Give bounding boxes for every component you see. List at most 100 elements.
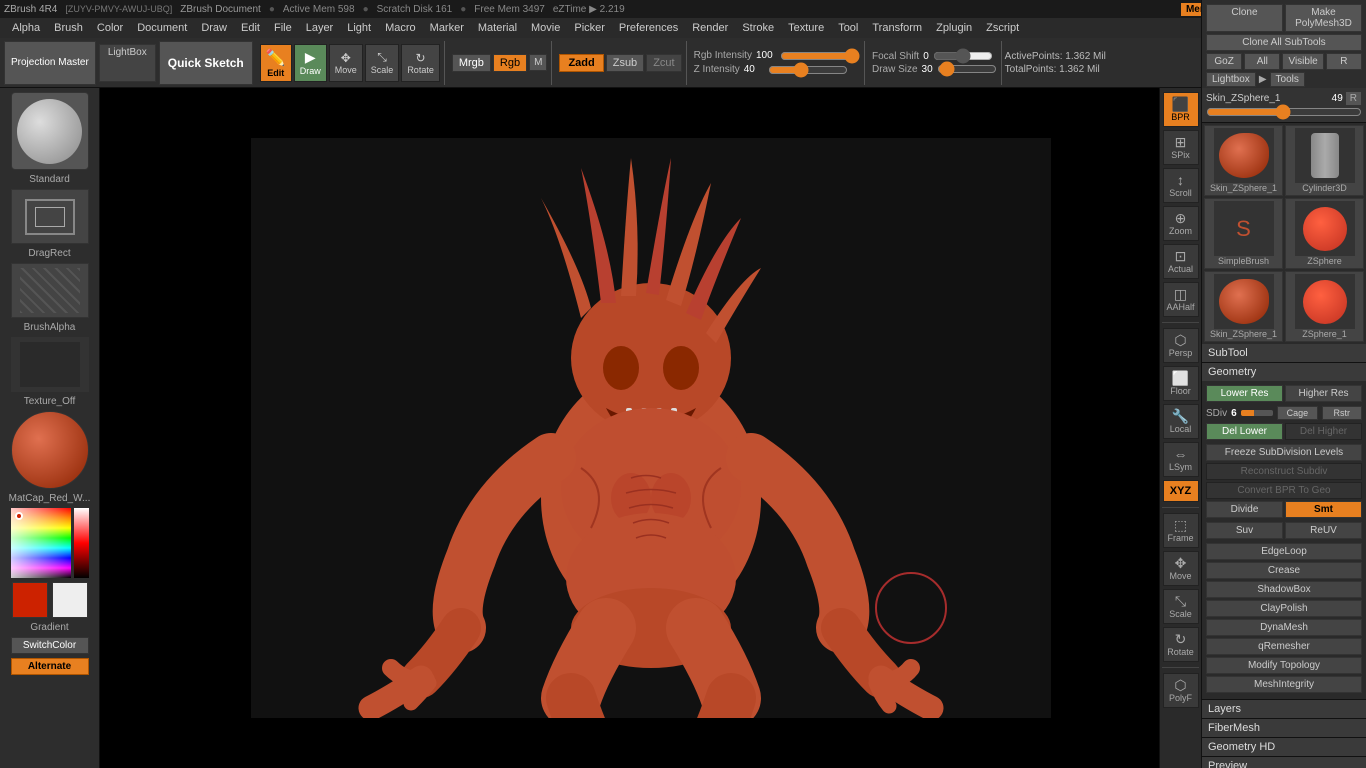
foreground-swatch[interactable] bbox=[12, 582, 48, 618]
menu-document[interactable]: Document bbox=[131, 20, 193, 36]
thumb-zsphere1[interactable]: ZSphere_1 bbox=[1285, 271, 1364, 342]
menu-preferences[interactable]: Preferences bbox=[613, 20, 684, 36]
move-tool-button[interactable]: ✥ Move bbox=[1163, 551, 1199, 586]
menu-light[interactable]: Light bbox=[341, 20, 377, 36]
menu-tool[interactable]: Tool bbox=[832, 20, 864, 36]
xyz-button[interactable]: XYZ bbox=[1163, 480, 1199, 502]
thumb-cylinder3d[interactable]: Cylinder3D bbox=[1285, 125, 1364, 196]
alternate-button[interactable]: Alternate bbox=[11, 658, 89, 675]
rotate-button[interactable]: ↻ Rotate bbox=[401, 44, 440, 82]
rgb-intensity-slider[interactable] bbox=[780, 52, 860, 60]
qremesher-button[interactable]: qRemesher bbox=[1206, 638, 1362, 655]
lightbox-panel-button[interactable]: Lightbox bbox=[1206, 72, 1256, 87]
cage-button[interactable]: Cage bbox=[1277, 406, 1317, 420]
actual-button[interactable]: ⊡ Actual bbox=[1163, 244, 1199, 279]
brush-thumbnail[interactable] bbox=[11, 92, 89, 170]
aahalf-button[interactable]: ◫ AAHalf bbox=[1163, 282, 1199, 317]
menu-color[interactable]: Color bbox=[91, 20, 129, 36]
zadd-button[interactable]: Zadd bbox=[559, 54, 603, 72]
rotate-tool-button[interactable]: ↻ Rotate bbox=[1163, 627, 1199, 662]
menu-transform[interactable]: Transform bbox=[866, 20, 928, 36]
goz-button[interactable]: GoZ bbox=[1206, 53, 1242, 70]
move-button[interactable]: ✥ Move bbox=[329, 44, 363, 82]
canvas-area[interactable] bbox=[100, 88, 1201, 768]
divide-button[interactable]: Divide bbox=[1206, 501, 1283, 518]
menu-movie[interactable]: Movie bbox=[525, 20, 566, 36]
texture-thumbnail[interactable] bbox=[11, 337, 89, 392]
scroll-button[interactable]: ↕ Scroll bbox=[1163, 168, 1199, 203]
menu-stroke[interactable]: Stroke bbox=[736, 20, 780, 36]
lsym-button[interactable]: ⇔ LSym bbox=[1163, 442, 1199, 477]
reconstruct-subdiv-button[interactable]: Reconstruct Subdiv bbox=[1206, 463, 1362, 480]
menu-layer[interactable]: Layer bbox=[300, 20, 340, 36]
menu-render[interactable]: Render bbox=[686, 20, 734, 36]
m-button[interactable]: M bbox=[529, 54, 547, 71]
menu-file[interactable]: File bbox=[268, 20, 298, 36]
spix-button[interactable]: ⊞ SPix bbox=[1163, 130, 1199, 165]
meshintegrity-button[interactable]: MeshIntegrity bbox=[1206, 676, 1362, 693]
layers-header[interactable]: Layers bbox=[1202, 700, 1366, 718]
draw-size-slider[interactable] bbox=[937, 65, 997, 73]
dragrect-thumbnail[interactable] bbox=[11, 189, 89, 244]
menu-zplugin[interactable]: Zplugin bbox=[930, 20, 978, 36]
menu-picker[interactable]: Picker bbox=[568, 20, 611, 36]
edgeloop-button[interactable]: EdgeLoop bbox=[1206, 543, 1362, 560]
persp-button[interactable]: ⬡ Persp bbox=[1163, 328, 1199, 363]
thumb-skin-zsphere1b[interactable]: Skin_ZSphere_1 bbox=[1204, 271, 1283, 342]
convert-bpr-button[interactable]: Convert BPR To Geo bbox=[1206, 482, 1362, 499]
crease-button[interactable]: Crease bbox=[1206, 562, 1362, 579]
del-lower-button[interactable]: Del Lower bbox=[1206, 423, 1283, 440]
edit-button[interactable]: ✏️ Edit bbox=[260, 44, 292, 82]
menu-zscript[interactable]: Zscript bbox=[980, 20, 1025, 36]
quick-sketch-button[interactable]: Quick Sketch bbox=[159, 41, 253, 85]
sdiv-slider[interactable] bbox=[1241, 410, 1273, 416]
menu-draw[interactable]: Draw bbox=[195, 20, 233, 36]
brush-alpha-thumbnail[interactable] bbox=[11, 263, 89, 318]
shadowbox-button[interactable]: ShadowBox bbox=[1206, 581, 1362, 598]
matcap-thumbnail[interactable] bbox=[11, 411, 89, 489]
floor-button[interactable]: ⬜ Floor bbox=[1163, 366, 1199, 401]
reuv-button[interactable]: ReUV bbox=[1285, 522, 1362, 539]
menu-macro[interactable]: Macro bbox=[379, 20, 422, 36]
scale-tool-button[interactable]: ⤡ Scale bbox=[1163, 589, 1199, 624]
subtool-header[interactable]: SubTool bbox=[1202, 344, 1366, 362]
thumb-skin-zsphere1[interactable]: Skin_ZSphere_1 bbox=[1204, 125, 1283, 196]
suv-button[interactable]: Suv bbox=[1206, 522, 1283, 539]
thumb-simplebrush[interactable]: S SimpleBrush bbox=[1204, 198, 1283, 269]
rgb-button[interactable]: Rgb bbox=[493, 54, 527, 72]
menu-texture[interactable]: Texture bbox=[782, 20, 830, 36]
menu-marker[interactable]: Marker bbox=[424, 20, 470, 36]
mrgb-button[interactable]: Mrgb bbox=[452, 54, 491, 72]
tools-panel-button[interactable]: Tools bbox=[1270, 72, 1305, 87]
dynamesh-button[interactable]: DynaMesh bbox=[1206, 619, 1362, 636]
scale-button[interactable]: ⤡ Scale bbox=[365, 44, 400, 82]
geometry-header[interactable]: Geometry bbox=[1202, 363, 1366, 381]
smt-button[interactable]: Smt bbox=[1285, 501, 1362, 518]
local-button[interactable]: 🔧 Local bbox=[1163, 404, 1199, 439]
freeze-subdiv-button[interactable]: Freeze SubDivision Levels bbox=[1206, 444, 1362, 461]
z-intensity-slider[interactable] bbox=[768, 66, 848, 74]
preview-header[interactable]: Preview bbox=[1202, 757, 1366, 768]
claypolish-button[interactable]: ClayPolish bbox=[1206, 600, 1362, 617]
lightbox-button[interactable]: LightBox bbox=[99, 44, 156, 82]
menu-edit[interactable]: Edit bbox=[235, 20, 266, 36]
modify-topology-button[interactable]: Modify Topology bbox=[1206, 657, 1362, 674]
fibermesh-header[interactable]: FiberMesh bbox=[1202, 719, 1366, 737]
projection-master-button[interactable]: Projection Master bbox=[4, 41, 96, 85]
del-higher-button[interactable]: Del Higher bbox=[1285, 423, 1362, 440]
zoom-button[interactable]: ⊕ Zoom bbox=[1163, 206, 1199, 241]
color-picker[interactable] bbox=[11, 508, 89, 578]
frame-button[interactable]: ⬚ Frame bbox=[1163, 513, 1199, 548]
rstr-button[interactable]: Rstr bbox=[1322, 406, 1362, 420]
menu-material[interactable]: Material bbox=[472, 20, 523, 36]
polyf-button[interactable]: ⬡ PolyF bbox=[1163, 673, 1199, 708]
clone-all-subtools-button[interactable]: Clone All SubTools bbox=[1206, 34, 1362, 51]
zcut-button[interactable]: Zcut bbox=[646, 54, 681, 72]
menu-brush[interactable]: Brush bbox=[48, 20, 89, 36]
all-button[interactable]: All bbox=[1244, 53, 1280, 70]
menu-alpha[interactable]: Alpha bbox=[6, 20, 46, 36]
switch-color-button[interactable]: SwitchColor bbox=[11, 637, 89, 654]
visible-button[interactable]: Visible bbox=[1282, 53, 1323, 70]
draw-button[interactable]: ▶ Draw bbox=[294, 44, 327, 82]
higher-res-button[interactable]: Higher Res bbox=[1285, 385, 1362, 402]
